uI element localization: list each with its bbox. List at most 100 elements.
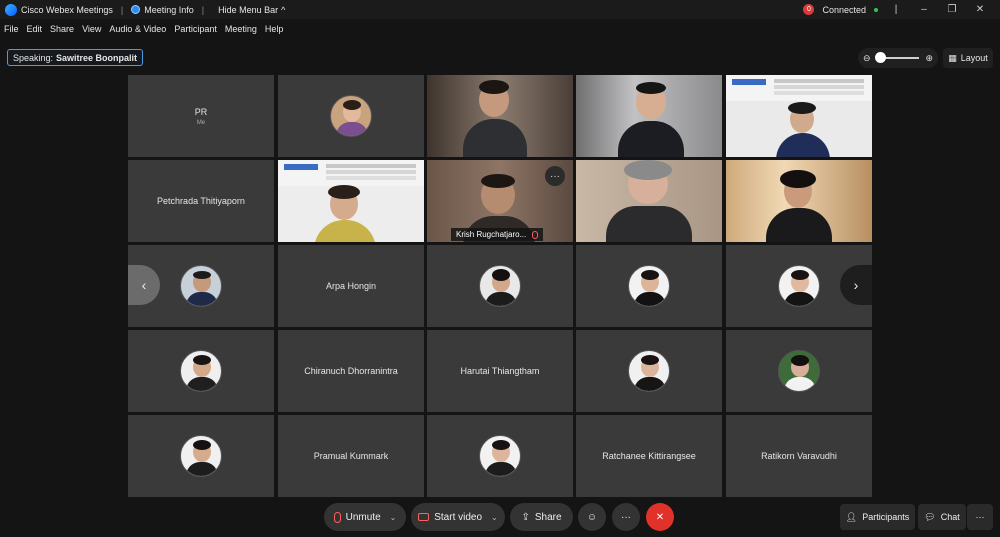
- start-video-label: Start video: [434, 511, 483, 523]
- tile-ratchanee[interactable]: Ratchanee Kittirangsee: [576, 415, 722, 497]
- tile-participant-avatar-8[interactable]: [726, 330, 872, 412]
- chevron-right-icon: ›: [853, 277, 859, 293]
- tile-participant-avatar-9[interactable]: [128, 415, 274, 497]
- participant-name: Arpa Hongin: [325, 281, 377, 291]
- tile-self[interactable]: PR Me: [128, 75, 274, 157]
- video-feed: [427, 75, 573, 157]
- participant-name: Krish Rugchatjaro...: [456, 230, 527, 239]
- start-video-button[interactable]: Start video ⌄: [411, 503, 505, 531]
- participants-button[interactable]: 👤︎ Participants: [840, 504, 915, 530]
- tile-video-6[interactable]: [726, 160, 872, 242]
- tile-harutai[interactable]: Harutai Thiangtham: [427, 330, 573, 412]
- close-icon: ✕: [655, 511, 665, 523]
- meeting-info-button[interactable]: Meeting Info: [131, 5, 194, 15]
- menu-help[interactable]: Help: [265, 24, 284, 34]
- video-grid: PR Me Petchrada Thitiyaporn ··· Krish Ru…: [128, 75, 873, 497]
- avatar: [778, 265, 820, 307]
- chat-bubble-icon: 💬︎: [924, 511, 936, 522]
- tile-petchrada[interactable]: Petchrada Thitiyaporn: [128, 160, 274, 242]
- more-panels-button[interactable]: ···: [967, 504, 993, 530]
- hide-menu-bar-button[interactable]: Hide Menu Bar ^: [218, 5, 285, 15]
- participant-name: Chiranuch Dhorranintra: [304, 366, 398, 376]
- tile-participant-avatar-6[interactable]: [128, 330, 274, 412]
- participant-name: Harutai Thiangtham: [460, 366, 540, 376]
- more-button[interactable]: ···: [612, 503, 640, 531]
- chevron-down-icon[interactable]: ⌄: [390, 513, 397, 522]
- menu-view[interactable]: View: [82, 24, 101, 34]
- connected-dot-icon: [874, 7, 878, 12]
- more-options-button[interactable]: ···: [545, 166, 565, 186]
- tile-video-3[interactable]: [726, 75, 872, 157]
- avatar: [778, 350, 820, 392]
- menu-file[interactable]: File: [4, 24, 19, 34]
- unmute-button[interactable]: Unmute ⌄: [324, 503, 406, 531]
- name-tag: Krish Rugchatjaro...: [451, 228, 544, 241]
- restore-button[interactable]: ❐: [942, 4, 962, 15]
- tile-video-4[interactable]: [278, 160, 424, 242]
- meeting-controls: Unmute ⌄ Start video ⌄ ⇪ Share ☺ ··· ✕ 👤…: [0, 503, 1000, 535]
- zoom-control: ⊖ ⊕: [858, 48, 938, 68]
- tile-video-1[interactable]: [427, 75, 573, 157]
- meeting-info-label: Meeting Info: [144, 4, 194, 15]
- chat-button[interactable]: 💬︎ Chat: [918, 504, 966, 530]
- share-icon: ⇪: [521, 511, 530, 523]
- tile-participant-avatar-1[interactable]: [278, 75, 424, 157]
- speaking-label: Speaking:: [13, 52, 54, 63]
- tile-pramual[interactable]: Pramual Kummark: [278, 415, 424, 497]
- app-title: Cisco Webex Meetings: [21, 4, 113, 15]
- layout-label: Layout: [960, 53, 988, 63]
- participant-name: Petchrada Thitiyaporn: [157, 196, 245, 206]
- avatar: [479, 435, 521, 477]
- chevron-down-icon[interactable]: ⌄: [491, 513, 498, 522]
- notification-badge[interactable]: 0: [803, 4, 815, 15]
- tile-krish[interactable]: ··· Krish Rugchatjaro...: [427, 160, 573, 242]
- emoji-icon: ☺: [586, 511, 598, 523]
- tile-participant-avatar-7[interactable]: [576, 330, 722, 412]
- reactions-button[interactable]: ☺: [578, 503, 606, 531]
- tile-ratikorn[interactable]: Ratikorn Varavudhi: [726, 415, 872, 497]
- tile-participant-avatar-4[interactable]: [576, 245, 722, 327]
- tile-arpa[interactable]: Arpa Hongin: [278, 245, 424, 327]
- avatar: [180, 435, 222, 477]
- menu-share[interactable]: Share: [50, 24, 74, 34]
- menu-divider-icon: |: [894, 4, 898, 15]
- layout-button[interactable]: ▦ Layout: [943, 48, 993, 68]
- tile-video-5[interactable]: [576, 160, 722, 242]
- more-icon: ···: [621, 511, 631, 523]
- menu-audio-video[interactable]: Audio & Video: [109, 24, 166, 34]
- video-feed: [576, 75, 722, 157]
- close-button[interactable]: ✕: [970, 4, 990, 15]
- zoom-slider-knob[interactable]: [875, 52, 886, 63]
- participants-label: Participants: [862, 512, 910, 522]
- tile-video-2[interactable]: [576, 75, 722, 157]
- unmute-label: Unmute: [345, 511, 381, 523]
- zoom-slider[interactable]: [875, 52, 919, 63]
- tile-chiranuch[interactable]: Chiranuch Dhorranintra: [278, 330, 424, 412]
- muted-mic-icon: [333, 511, 341, 523]
- avatar: [180, 350, 222, 392]
- chevron-left-icon: ‹: [141, 277, 147, 293]
- tile-participant-avatar-3[interactable]: [427, 245, 573, 327]
- video-feed: [278, 160, 424, 242]
- speaking-indicator: Speaking: Sawitree Boonpalit: [7, 49, 144, 66]
- video-feed: [576, 160, 722, 242]
- share-button[interactable]: ⇪ Share: [510, 503, 573, 531]
- video-feed: [726, 75, 872, 157]
- menu-participant[interactable]: Participant: [174, 24, 217, 34]
- avatar: [628, 350, 670, 392]
- title-bar: Cisco Webex Meetings | Meeting Info | Hi…: [0, 0, 1000, 19]
- menu-meeting[interactable]: Meeting: [225, 24, 257, 34]
- avatar: [330, 95, 372, 137]
- minimize-button[interactable]: –: [914, 4, 934, 15]
- zoom-out-icon[interactable]: ⊖: [863, 53, 871, 64]
- menu-edit[interactable]: Edit: [27, 24, 43, 34]
- person-icon: 👤︎: [845, 511, 858, 522]
- zoom-in-icon[interactable]: ⊕: [925, 53, 933, 64]
- next-page-button[interactable]: ›: [840, 265, 872, 305]
- info-icon: [131, 5, 141, 14]
- muted-mic-icon: [532, 230, 539, 239]
- menu-bar: File Edit Share View Audio & Video Parti…: [0, 20, 283, 38]
- participant-name: Ratikorn Varavudhi: [761, 451, 837, 461]
- leave-meeting-button[interactable]: ✕: [646, 503, 674, 531]
- tile-participant-avatar-10[interactable]: [427, 415, 573, 497]
